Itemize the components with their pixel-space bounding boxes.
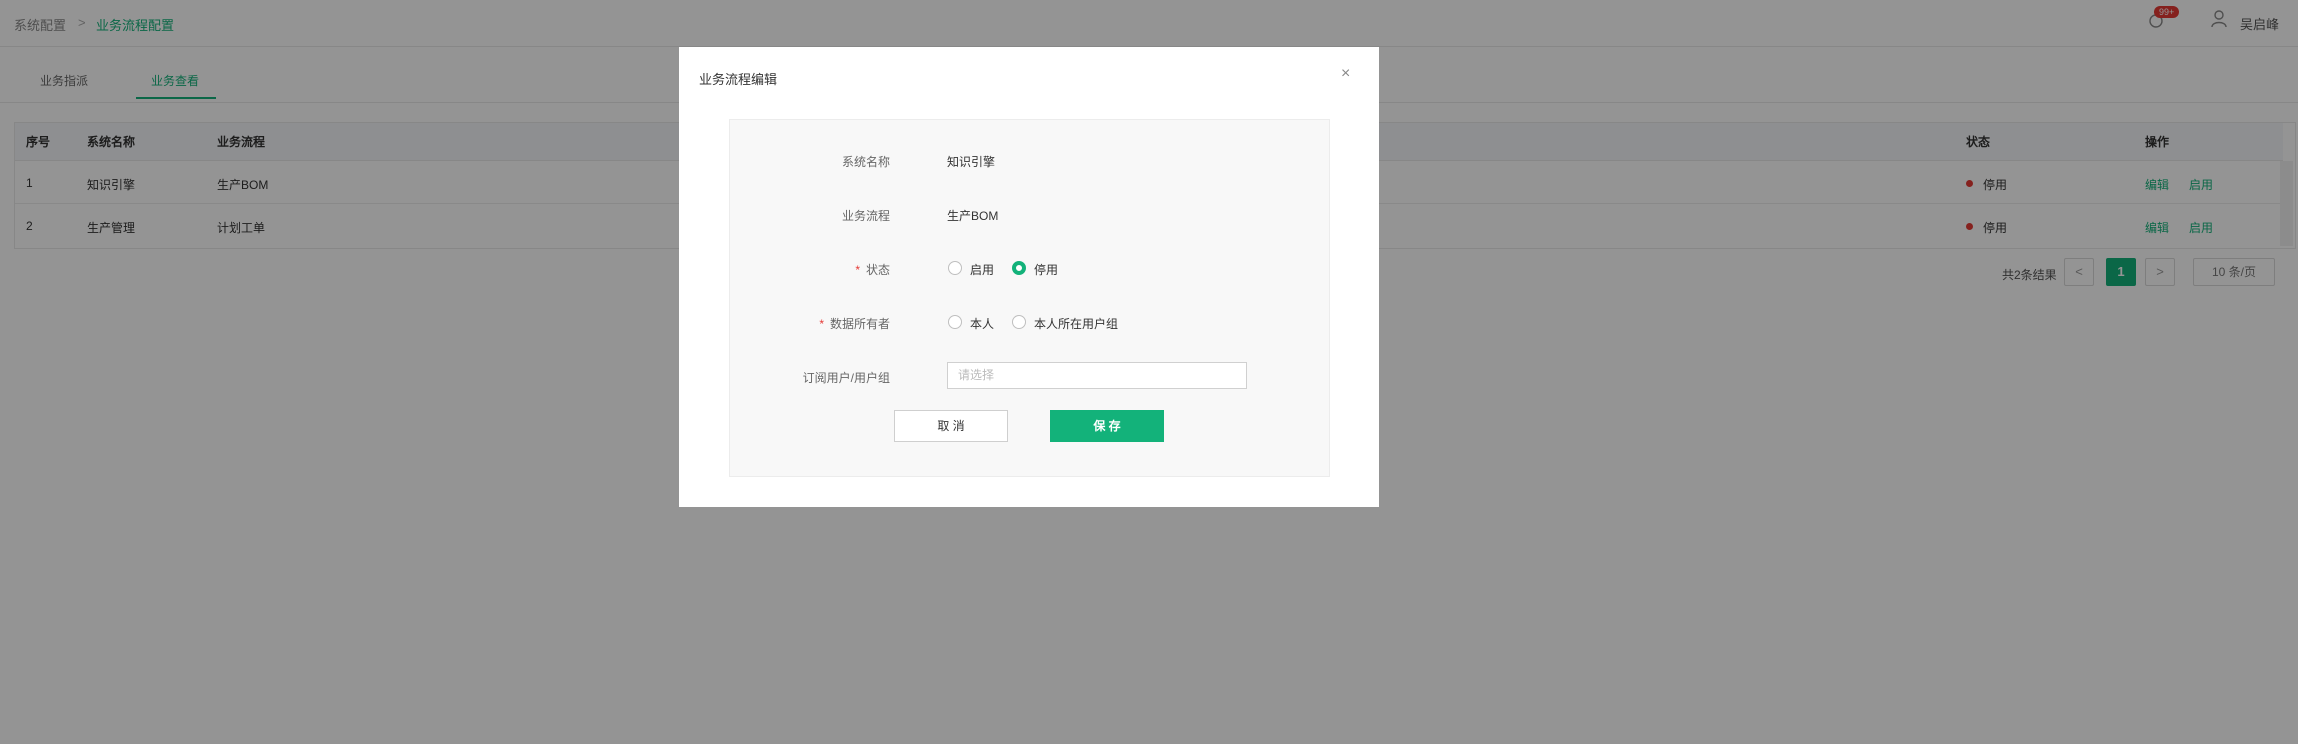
flow-label: 业务流程 (841, 209, 890, 223)
status-disable-radio[interactable] (1012, 261, 1026, 275)
subscriber-select[interactable]: 请选择 (947, 362, 1247, 389)
system-name-label: 系统名称 (841, 155, 890, 169)
status-enable-radio[interactable] (948, 261, 962, 275)
owner-label: * 数据所有者 (730, 315, 890, 332)
required-mark: * (819, 317, 824, 331)
system-name-value: 知识引擎 (947, 155, 996, 169)
required-mark: * (855, 263, 860, 277)
close-icon[interactable]: × (1341, 65, 1350, 83)
dialog-title: 业务流程编辑 (699, 72, 778, 87)
owner-self-label[interactable]: 本人 (970, 315, 994, 332)
status-disable-label[interactable]: 停用 (1034, 261, 1058, 278)
owner-label-text: 数据所有者 (829, 317, 890, 331)
status-enable-label[interactable]: 启用 (970, 261, 994, 278)
owner-group-label[interactable]: 本人所在用户组 (1034, 315, 1118, 332)
save-button[interactable]: 保 存 (1050, 410, 1164, 442)
owner-group-radio[interactable] (1012, 315, 1026, 329)
flow-value: 生产BOM (947, 209, 999, 223)
owner-self-radio[interactable] (948, 315, 962, 329)
status-label-text: 状态 (865, 263, 890, 277)
edit-dialog: 业务流程编辑 × 系统名称 知识引擎 业务流程 生产BOM * 状态 启用 停用 … (679, 47, 1379, 507)
subscriber-label: 订阅用户/用户组 (802, 371, 890, 385)
form-panel: 系统名称 知识引擎 业务流程 生产BOM * 状态 启用 停用 * 数据所有者 本人… (729, 119, 1330, 477)
cancel-button[interactable]: 取 消 (894, 410, 1008, 442)
status-label: * 状态 (730, 261, 890, 278)
